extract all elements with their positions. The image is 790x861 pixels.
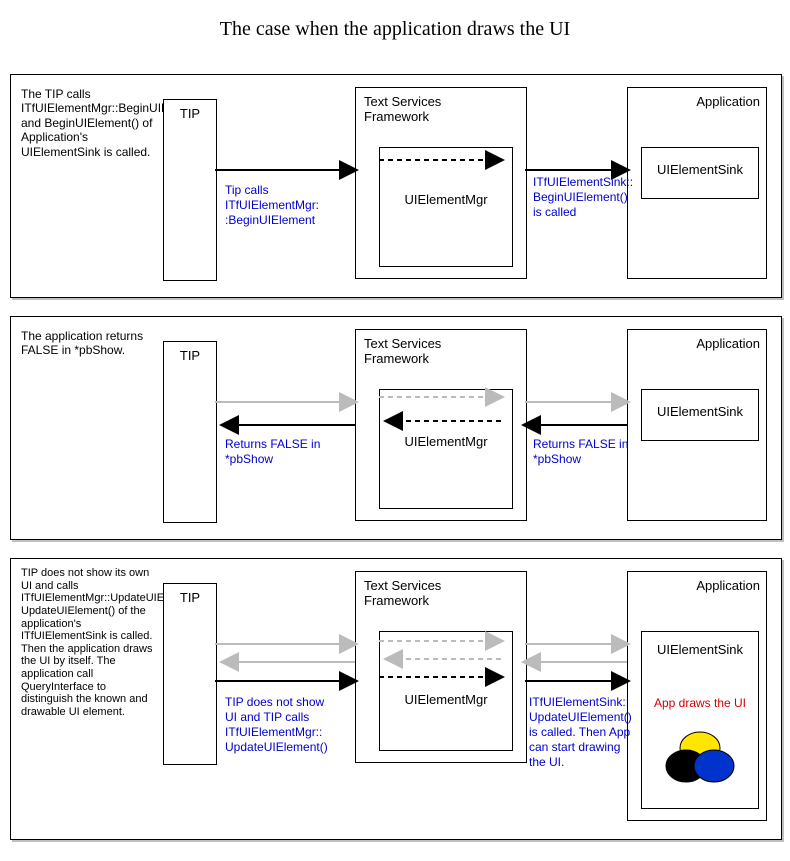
panel-2: The application returns FALSE in *pbShow… — [10, 316, 782, 540]
panel-1: The TIP calls ITfUIElementMgr::BeginUIEl… — [10, 74, 782, 298]
panel-1-note-left: Tip calls ITfUIElementMgr: :BeginUIEleme… — [225, 183, 345, 228]
panel-1-note-right: ITfUIElementSink:: BeginUIElement() is c… — [533, 175, 643, 220]
panel-3-note-right: ITfUIElementSink:: UpdateUIElement() is … — [529, 695, 641, 770]
panel-2-note-right: Returns FALSE in *pbShow — [533, 437, 643, 467]
panel-3: TIP does not show its own UI and calls I… — [10, 558, 782, 840]
panel-2-arrows — [11, 317, 781, 539]
panel-3-note-left: TIP does not show UI and TIP calls ITfUI… — [225, 695, 345, 755]
panel-3-arrows — [11, 559, 781, 839]
panel-2-note-left: Returns FALSE in *pbShow — [225, 437, 345, 467]
panel-1-arrows — [11, 75, 781, 297]
diagram-title: The case when the application draws the … — [0, 18, 790, 41]
